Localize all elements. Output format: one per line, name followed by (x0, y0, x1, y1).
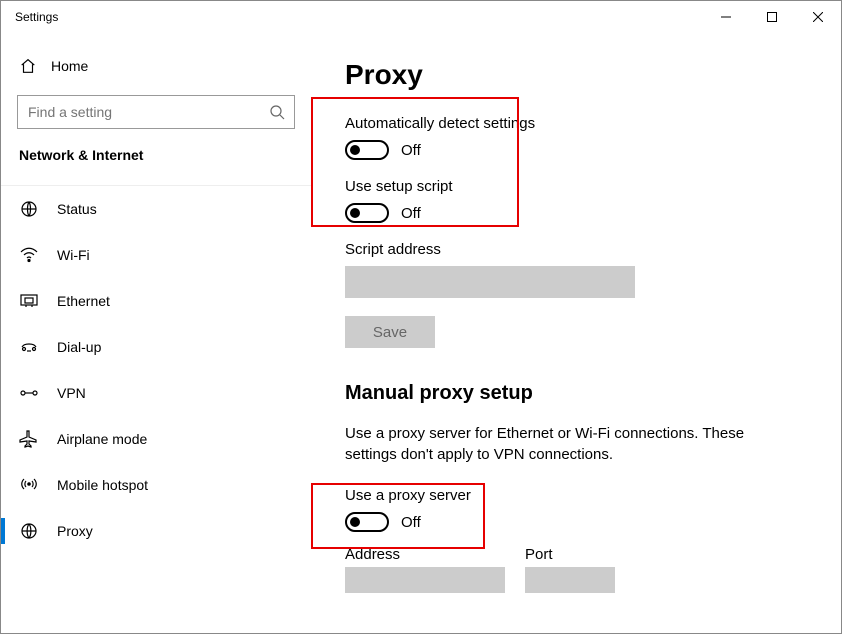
category-label: Network & Internet (1, 147, 311, 175)
setup-script-toggle[interactable] (345, 203, 389, 223)
auto-detect-state: Off (401, 142, 421, 159)
dialup-icon (19, 339, 39, 355)
save-button[interactable]: Save (345, 316, 435, 348)
maximize-button[interactable] (749, 1, 795, 33)
script-address-block: Script address (345, 241, 811, 298)
setup-script-label: Use setup script (345, 178, 811, 195)
sidebar-item-hotspot[interactable]: Mobile hotspot (1, 462, 311, 508)
settings-window: Settings Home (0, 0, 842, 634)
port-label: Port (525, 546, 615, 563)
search-wrap (17, 95, 295, 129)
sidebar-item-status[interactable]: Status (1, 186, 311, 232)
manual-heading: Manual proxy setup (345, 382, 811, 405)
port-input[interactable] (525, 567, 615, 593)
sidebar-item-ethernet[interactable]: Ethernet (1, 278, 311, 324)
nav: Status Wi-Fi Eth (1, 185, 311, 554)
wifi-icon (19, 247, 39, 263)
proxy-icon (19, 521, 39, 541)
vpn-icon (19, 385, 39, 401)
auto-detect-toggle[interactable] (345, 140, 389, 160)
use-proxy-state: Off (401, 514, 421, 531)
content: Proxy Automatically detect settings Off … (311, 33, 841, 633)
address-label: Address (345, 546, 505, 563)
sidebar-item-label: Mobile hotspot (57, 477, 148, 493)
sidebar-item-label: Status (57, 201, 97, 217)
save-button-label: Save (373, 324, 407, 341)
titlebar: Settings (1, 1, 841, 33)
sidebar-item-vpn[interactable]: VPN (1, 370, 311, 416)
home-icon (19, 57, 37, 75)
hotspot-icon (19, 476, 39, 494)
window-title: Settings (15, 10, 58, 24)
sidebar-item-proxy[interactable]: Proxy (1, 508, 311, 554)
auto-detect-label: Automatically detect settings (345, 115, 811, 132)
home-label: Home (51, 58, 88, 74)
close-button[interactable] (795, 1, 841, 33)
status-icon (19, 199, 39, 219)
address-port-row: Address Port (345, 546, 811, 593)
sidebar-item-dialup[interactable]: Dial-up (1, 324, 311, 370)
page-title: Proxy (345, 59, 811, 91)
minimize-button[interactable] (703, 1, 749, 33)
manual-description: Use a proxy server for Ethernet or Wi-Fi… (345, 423, 795, 465)
sidebar-item-wifi[interactable]: Wi-Fi (1, 232, 311, 278)
setting-use-proxy: Use a proxy server Off (345, 487, 811, 532)
airplane-icon (19, 429, 39, 449)
setting-auto-detect: Automatically detect settings Off (345, 115, 811, 160)
address-input[interactable] (345, 567, 505, 593)
home-link[interactable]: Home (1, 45, 311, 87)
sidebar-item-label: Airplane mode (57, 431, 147, 447)
sidebar-item-label: Ethernet (57, 293, 110, 309)
search-input[interactable] (17, 95, 295, 129)
setting-setup-script: Use setup script Off (345, 178, 811, 223)
sidebar-item-label: Dial-up (57, 339, 101, 355)
sidebar: Home Network & Internet (1, 33, 311, 633)
sidebar-item-label: VPN (57, 385, 86, 401)
use-proxy-toggle[interactable] (345, 512, 389, 532)
ethernet-icon (19, 293, 39, 309)
script-address-label: Script address (345, 241, 811, 258)
script-address-input[interactable] (345, 266, 635, 298)
sidebar-item-label: Proxy (57, 523, 93, 539)
sidebar-item-airplane[interactable]: Airplane mode (1, 416, 311, 462)
use-proxy-label: Use a proxy server (345, 487, 811, 504)
search-icon (269, 104, 285, 120)
setup-script-state: Off (401, 205, 421, 222)
sidebar-item-label: Wi-Fi (57, 247, 90, 263)
